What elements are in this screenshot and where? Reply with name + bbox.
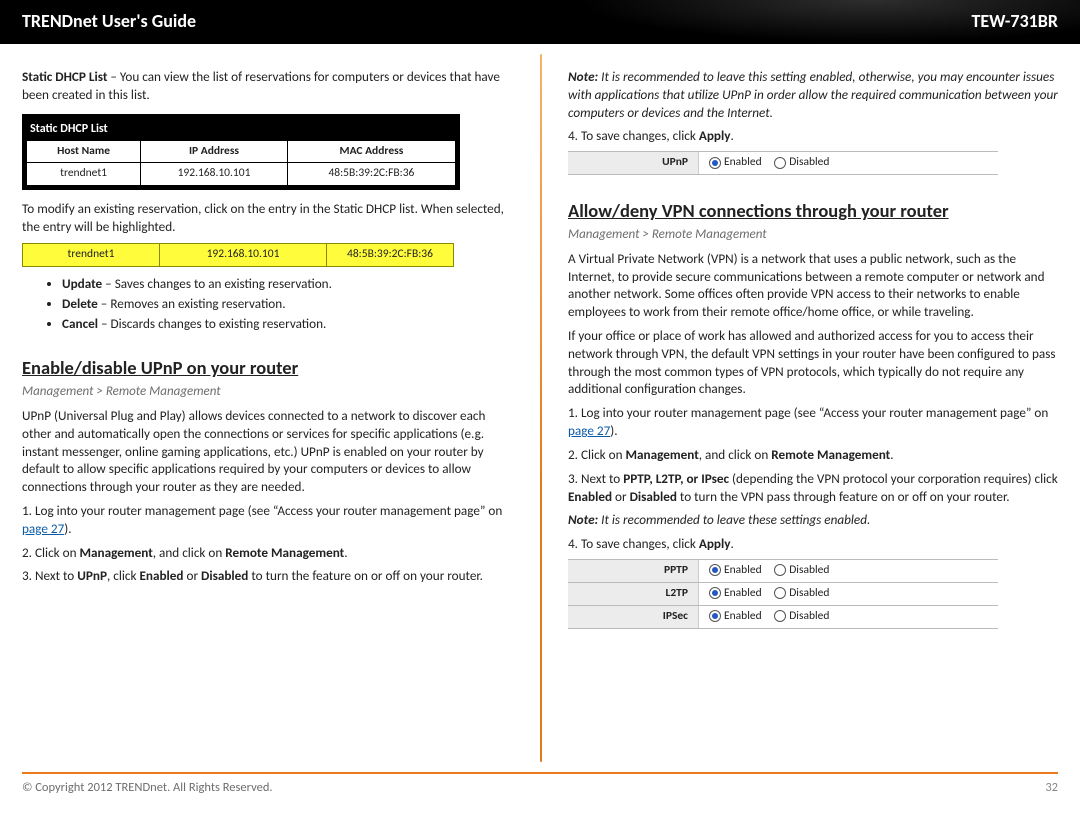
footer-page-number: 32: [1045, 780, 1058, 795]
vpn-settings-stack: PPTP Enabled Disabled L2TP Enabled Disab…: [568, 559, 1058, 629]
modify-instructions: To modify an existing reservation, click…: [22, 200, 512, 236]
content-columns: Static DHCP List – You can view the list…: [0, 44, 1080, 772]
vpn-step4: 4. To save changes, click Apply.: [568, 535, 1058, 553]
upnp-description: UPnP (Universal Plug and Play) allows de…: [22, 407, 512, 496]
radio-enabled[interactable]: [709, 587, 721, 599]
action-bullets: Update – Saves changes to an existing re…: [62, 275, 512, 332]
vpn-p2: If your office or place of work has allo…: [568, 327, 1058, 398]
left-column: Static DHCP List – You can view the list…: [22, 62, 530, 772]
highlighted-row: trendnet1 192.168.10.101 48:5B:39:2C:FB:…: [22, 243, 454, 267]
list-item: Update – Saves changes to an existing re…: [62, 275, 512, 293]
upnp-step2: 2. Click on Management, and click on Rem…: [22, 544, 512, 562]
table-row: trendnet1 192.168.10.101 48:5B:39:2C:FB:…: [27, 163, 456, 186]
page-link[interactable]: page 27: [568, 422, 610, 439]
page-link[interactable]: page 27: [22, 520, 64, 537]
page-header: TRENDnet User's Guide TEW-731BR: [0, 0, 1080, 44]
setting-label: PPTP: [568, 560, 699, 582]
col-mac: MAC Address: [287, 140, 455, 163]
vpn-heading: Allow/deny VPN connections through your …: [568, 199, 1058, 224]
upnp-step3: 3. Next to UPnP, click Enabled or Disabl…: [22, 567, 512, 585]
page-footer: © Copyright 2012 TRENDnet. All Rights Re…: [22, 772, 1058, 795]
vpn-step3: 3. Next to PPTP, L2TP, or IPsec (dependi…: [568, 470, 1058, 506]
radio-disabled[interactable]: [774, 610, 786, 622]
upnp-note: Note: It is recommended to leave this se…: [568, 68, 1058, 121]
radio-disabled[interactable]: [774, 157, 786, 169]
radio-disabled[interactable]: [774, 564, 786, 576]
footer-copyright: © Copyright 2012 TRENDnet. All Rights Re…: [22, 780, 273, 795]
vpn-note: Note: It is recommended to leave these s…: [568, 511, 1058, 529]
breadcrumb: Management > Remote Management: [568, 226, 1058, 244]
upnp-setting-row: UPnP Enabled Disabled: [568, 151, 998, 175]
upnp-step1: 1. Log into your router management page …: [22, 502, 512, 538]
radio-disabled[interactable]: [774, 587, 786, 599]
header-title-left: TRENDnet User's Guide: [22, 10, 196, 32]
list-item: Delete – Removes an existing reservation…: [62, 295, 512, 313]
pptp-setting-row: PPTP Enabled Disabled: [568, 559, 998, 583]
table-header-row: Host Name IP Address MAC Address: [27, 140, 456, 163]
setting-label: L2TP: [568, 583, 699, 605]
radio-enabled[interactable]: [709, 610, 721, 622]
col-hostname: Host Name: [27, 140, 141, 163]
column-divider: [540, 54, 542, 762]
vpn-step1: 1. Log into your router management page …: [568, 404, 1058, 440]
dhcp-table: Host Name IP Address MAC Address trendne…: [26, 140, 456, 186]
list-item: Cancel – Discards changes to existing re…: [62, 315, 512, 333]
dhcp-box-title: Static DHCP List: [26, 118, 456, 140]
vpn-p1: A Virtual Private Network (VPN) is a net…: [568, 250, 1058, 321]
setting-label: IPSec: [568, 606, 699, 628]
col-ip: IP Address: [141, 140, 288, 163]
header-title-right: TEW-731BR: [971, 10, 1058, 32]
static-dhcp-label: Static DHCP List: [22, 68, 107, 85]
right-column: Note: It is recommended to leave this se…: [550, 62, 1058, 772]
l2tp-setting-row: L2TP Enabled Disabled: [568, 583, 998, 606]
ipsec-setting-row: IPSec Enabled Disabled: [568, 606, 998, 629]
static-dhcp-screenshot: Static DHCP List Host Name IP Address MA…: [22, 114, 460, 190]
radio-enabled[interactable]: [709, 157, 721, 169]
upnp-heading: Enable/disable UPnP on your router: [22, 356, 512, 381]
static-dhcp-intro: Static DHCP List – You can view the list…: [22, 68, 512, 104]
setting-label: UPnP: [568, 152, 699, 174]
radio-enabled[interactable]: [709, 564, 721, 576]
upnp-step4: 4. To save changes, click Apply.: [568, 127, 1058, 145]
vpn-step2: 2. Click on Management, and click on Rem…: [568, 446, 1058, 464]
breadcrumb: Management > Remote Management: [22, 383, 512, 401]
